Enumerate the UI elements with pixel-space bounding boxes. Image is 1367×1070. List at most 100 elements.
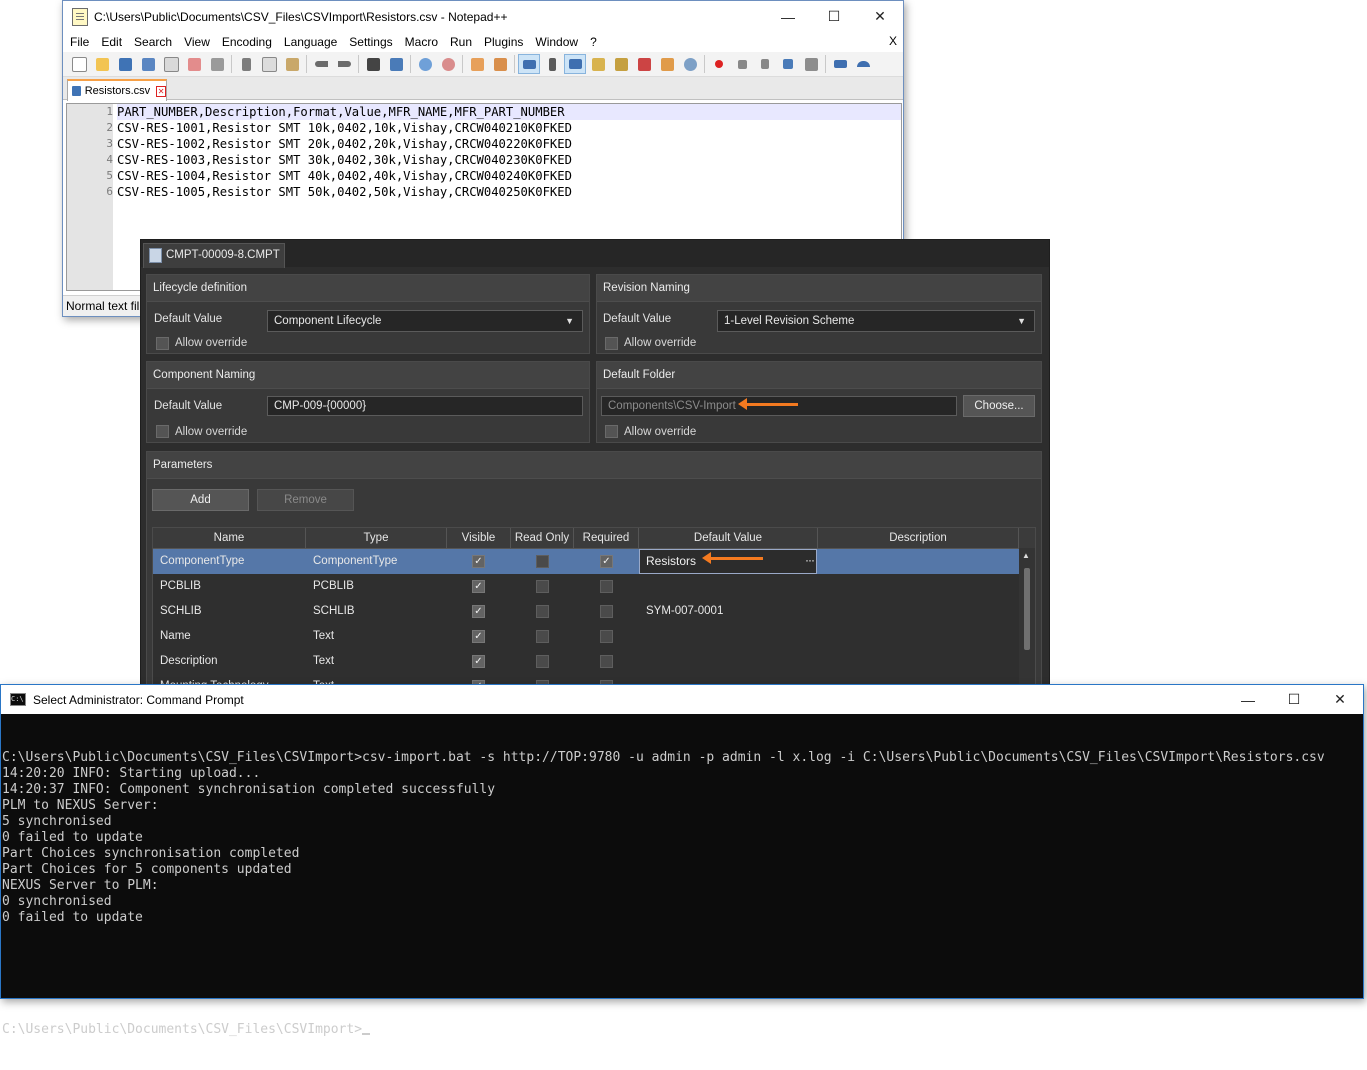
doc-map-icon[interactable]: [588, 55, 608, 73]
param-read-only-checkbox[interactable]: [536, 655, 549, 668]
copy-icon[interactable]: [259, 55, 279, 73]
table-row[interactable]: PCBLIB PCBLIB ✓: [153, 574, 1019, 599]
cut-icon[interactable]: [236, 55, 256, 73]
maximize-button[interactable]: ☐: [1271, 685, 1317, 714]
monitoring-icon[interactable]: [657, 55, 677, 73]
table-row[interactable]: Description Text ✓: [153, 649, 1019, 674]
menu-view[interactable]: View: [178, 35, 216, 49]
menu-macro[interactable]: Macro: [399, 35, 444, 49]
tab-close-icon[interactable]: ✕: [156, 85, 166, 97]
indent-guide-icon[interactable]: [564, 54, 586, 74]
add-parameter-button[interactable]: Add: [152, 489, 249, 511]
code-line[interactable]: CSV-RES-1002,Resistor SMT 20k,0402,20k,V…: [117, 136, 901, 152]
column-header-default-value[interactable]: Default Value: [639, 528, 818, 548]
code-line[interactable]: CSV-RES-1001,Resistor SMT 10k,0402,10k,V…: [117, 120, 901, 136]
menu-edit[interactable]: Edit: [95, 35, 128, 49]
choose-folder-button[interactable]: Choose...: [963, 395, 1035, 417]
run-macro-multiple-icon[interactable]: [778, 55, 798, 73]
save-icon[interactable]: [115, 55, 135, 73]
tab-resistors-csv[interactable]: Resistors.csv ✕: [67, 79, 167, 101]
menu-run[interactable]: Run: [444, 35, 478, 49]
eye-icon[interactable]: [680, 55, 700, 73]
close-all-icon[interactable]: [184, 55, 204, 73]
code-area[interactable]: PART_NUMBER,Description,Format,Value,MFR…: [117, 104, 901, 200]
sync-horizontal-icon[interactable]: [490, 55, 510, 73]
table-scrollbar[interactable]: ▲: [1019, 548, 1035, 686]
menu-language[interactable]: Language: [278, 35, 343, 49]
param-required-checkbox[interactable]: [600, 630, 613, 643]
column-header-visible[interactable]: Visible: [447, 528, 511, 548]
paste-icon[interactable]: [282, 55, 302, 73]
param-read-only-checkbox[interactable]: [536, 580, 549, 593]
menu-file[interactable]: File: [63, 35, 95, 49]
menu-help[interactable]: ?: [584, 35, 603, 49]
param-read-only-checkbox[interactable]: [536, 630, 549, 643]
code-line[interactable]: CSV-RES-1004,Resistor SMT 40k,0402,40k,V…: [117, 168, 901, 184]
param-required-checkbox[interactable]: [600, 580, 613, 593]
cmd-title-bar[interactable]: C:\ Select Administrator: Command Prompt…: [1, 685, 1363, 714]
menu-encoding[interactable]: Encoding: [216, 35, 278, 49]
record-macro-icon[interactable]: [709, 55, 729, 73]
tab-cmpt-document[interactable]: CMPT-00009-8.CMPT: [143, 243, 285, 268]
console-output[interactable]: C:\Users\Public\Documents\CSV_Files\CSVI…: [1, 714, 1363, 1070]
scroll-thumb[interactable]: [1024, 568, 1030, 650]
save-macro-icon[interactable]: [801, 55, 821, 73]
folder-allow-override-checkbox[interactable]: [605, 425, 618, 438]
notepadpp-title-bar[interactable]: C:\Users\Public\Documents\CSV_Files\CSVI…: [63, 1, 903, 32]
default-value-editor[interactable]: Resistors ···: [639, 549, 817, 574]
param-visible-checkbox[interactable]: ✓: [472, 555, 485, 568]
code-line[interactable]: CSV-RES-1005,Resistor SMT 50k,0402,50k,V…: [117, 184, 901, 200]
more-options-icon[interactable]: ···: [805, 549, 815, 572]
stop-macro-icon[interactable]: [732, 55, 752, 73]
naming-input[interactable]: CMP-009-{00000}: [267, 396, 583, 416]
close-file-icon[interactable]: [161, 55, 181, 73]
table-row[interactable]: ComponentType ComponentType ✓ ✓ Resistors ···: [153, 549, 1019, 574]
param-visible-checkbox[interactable]: ✓: [472, 630, 485, 643]
lifecycle-dropdown[interactable]: Component Lifecycle ▼: [267, 310, 583, 332]
minimize-button[interactable]: —: [1225, 685, 1271, 714]
close-button[interactable]: ✕: [1317, 685, 1363, 714]
param-visible-checkbox[interactable]: ✓: [472, 580, 485, 593]
column-header-read-only[interactable]: Read Only: [511, 528, 574, 548]
print-icon[interactable]: [207, 55, 227, 73]
find-icon[interactable]: [363, 55, 383, 73]
revision-dropdown[interactable]: 1-Level Revision Scheme ▼: [717, 310, 1035, 332]
zoom-in-icon[interactable]: [415, 55, 435, 73]
column-header-description[interactable]: Description: [818, 528, 1019, 548]
column-header-required[interactable]: Required: [574, 528, 639, 548]
remove-parameter-button[interactable]: Remove: [257, 489, 354, 511]
menu-window[interactable]: Window: [529, 35, 584, 49]
word-wrap-icon[interactable]: [518, 54, 540, 74]
param-read-only-checkbox[interactable]: [536, 605, 549, 618]
redo-icon[interactable]: [334, 55, 354, 73]
param-visible-checkbox[interactable]: ✓: [472, 605, 485, 618]
minimize-button[interactable]: —: [765, 1, 811, 32]
play-macro-icon[interactable]: [755, 55, 775, 73]
param-required-checkbox[interactable]: [600, 655, 613, 668]
column-header-type[interactable]: Type: [306, 528, 447, 548]
collapse-icon[interactable]: [830, 55, 850, 73]
column-header-name[interactable]: Name: [153, 528, 306, 548]
replace-icon[interactable]: [386, 55, 406, 73]
code-line[interactable]: CSV-RES-1003,Resistor SMT 30k,0402,30k,V…: [117, 152, 901, 168]
show-all-chars-icon[interactable]: [542, 55, 562, 73]
menu-search[interactable]: Search: [128, 35, 178, 49]
save-all-icon[interactable]: [138, 55, 158, 73]
folder-input[interactable]: Components\CSV-Import: [601, 396, 957, 416]
param-read-only-checkbox[interactable]: [536, 555, 549, 568]
undo-icon[interactable]: [311, 55, 331, 73]
console-prompt-line[interactable]: C:\Users\Public\Documents\CSV_Files\CSVI…: [2, 1022, 1363, 1038]
naming-allow-override-checkbox[interactable]: [156, 425, 169, 438]
folder-workspace-icon[interactable]: [634, 55, 654, 73]
open-file-icon[interactable]: [92, 55, 112, 73]
revision-allow-override-checkbox[interactable]: [605, 337, 618, 350]
param-visible-checkbox[interactable]: ✓: [472, 655, 485, 668]
lifecycle-allow-override-checkbox[interactable]: [156, 337, 169, 350]
scroll-up-icon[interactable]: ▲: [1022, 551, 1030, 560]
new-file-icon[interactable]: [69, 55, 89, 73]
close-document-button[interactable]: X: [889, 34, 897, 48]
up-arrow-icon[interactable]: [853, 55, 873, 73]
table-row[interactable]: SCHLIB SCHLIB ✓ SYM-007-0001: [153, 599, 1019, 624]
sync-vertical-icon[interactable]: [467, 55, 487, 73]
close-button[interactable]: ✕: [857, 1, 903, 32]
